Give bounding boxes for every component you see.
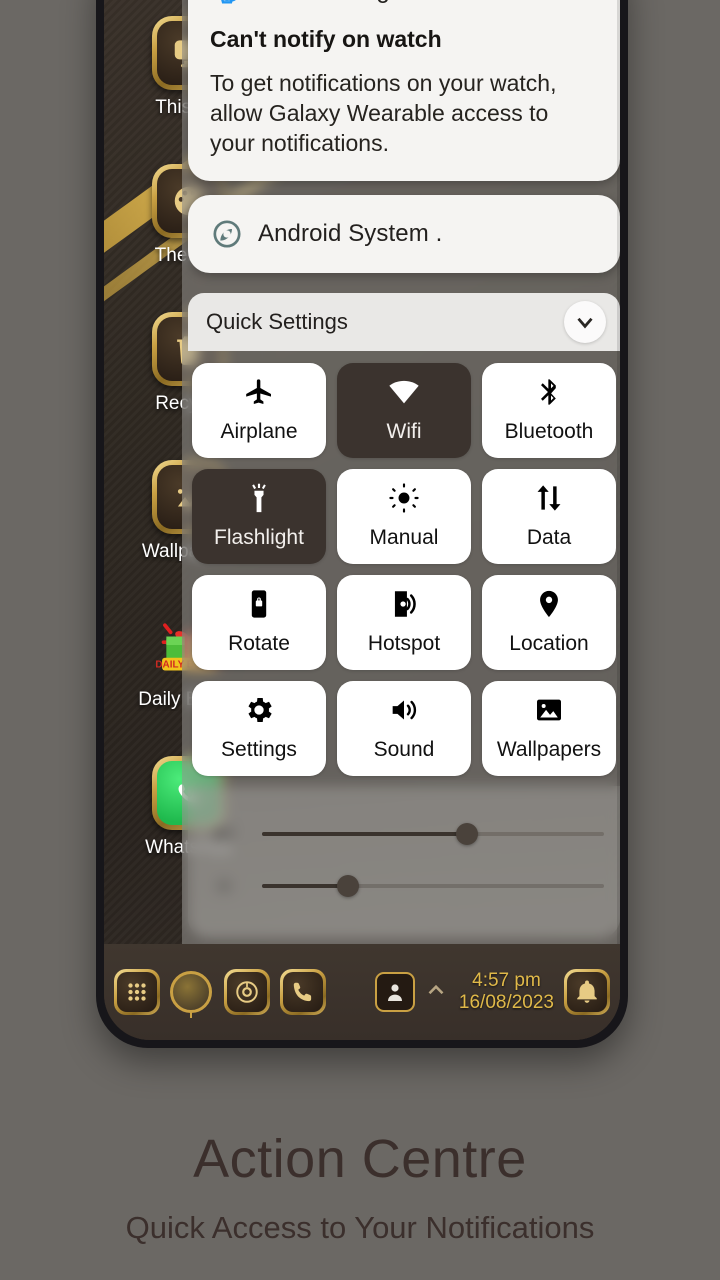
qs-tile-flashlight[interactable]: Flashlight xyxy=(192,468,326,564)
location-icon xyxy=(533,588,565,620)
qs-tile-settings[interactable]: Settings xyxy=(192,680,326,776)
qs-tile-label: Hotspot xyxy=(367,632,441,656)
qs-tile-label: Location xyxy=(509,632,589,656)
qs-tile-location[interactable]: Location xyxy=(482,574,616,670)
brightness-slider-knob[interactable] xyxy=(336,874,359,897)
qs-tile-data[interactable]: Data xyxy=(482,468,616,564)
browser-icon[interactable] xyxy=(224,969,270,1015)
notification-card[interactable]: Gear S PlugIn . Can't notify on watch To… xyxy=(188,0,620,181)
grid-menu-icon[interactable] xyxy=(114,969,160,1015)
gear-icon xyxy=(243,694,275,726)
quick-settings-panel: Airplane Wifi Bluetooth Flashlight Manua… xyxy=(188,362,620,776)
caption-block: Action Centre Quick Access to Your Notif… xyxy=(0,1128,720,1246)
qs-tile-sound[interactable]: Sound xyxy=(337,680,471,776)
qs-tile-label: Flashlight xyxy=(214,526,304,550)
notification-title: Can't notify on watch xyxy=(210,26,442,52)
bluetooth-icon xyxy=(533,376,565,408)
notification-header: Android System . xyxy=(210,217,598,251)
notification-card[interactable]: Android System . xyxy=(188,194,620,273)
volume-slider-track[interactable] xyxy=(262,822,604,845)
user-avatar-icon[interactable] xyxy=(374,972,415,1012)
shade-edge xyxy=(617,0,620,965)
qs-tile-label: Airplane xyxy=(220,420,298,444)
qs-tile-label: Manual xyxy=(369,526,439,550)
rotate-lock-icon xyxy=(243,588,275,620)
sound-icon xyxy=(388,694,420,726)
brightness-slider-track[interactable] xyxy=(262,874,604,897)
qs-tile-wallpapers[interactable]: Wallpapers xyxy=(482,680,616,776)
screenshot-root: User This PC The xyxy=(0,0,720,1280)
notification-app-name: Android System . xyxy=(258,219,443,247)
qs-tile-airplane[interactable]: Airplane xyxy=(192,362,326,458)
qs-tile-wifi[interactable]: Wifi xyxy=(337,362,471,458)
bell-icon[interactable] xyxy=(564,969,610,1015)
qs-tile-label: Wifi xyxy=(386,420,422,444)
clock-time: 4:57 pm xyxy=(472,969,541,991)
image-icon xyxy=(533,694,565,726)
qs-tile-label: Data xyxy=(526,526,572,550)
qs-tile-label: Wallpapers xyxy=(496,738,602,762)
qs-tile-label: Sound xyxy=(373,738,435,762)
notification-app-name: Gear S PlugIn . xyxy=(258,0,424,5)
qs-tile-label: Rotate xyxy=(228,632,290,656)
volume-slider-knob[interactable] xyxy=(456,822,479,845)
qs-tile-bluetooth[interactable]: Bluetooth xyxy=(482,362,616,458)
phone-screen: User This PC The xyxy=(104,0,620,1040)
chevron-up-icon[interactable] xyxy=(423,977,449,1008)
flashlight-icon xyxy=(243,482,275,514)
quick-settings-header: Quick Settings xyxy=(188,292,620,351)
watch-alert-icon xyxy=(210,0,244,8)
qs-tile-manual[interactable]: Manual xyxy=(337,468,471,564)
qs-tile-rotate[interactable]: Rotate xyxy=(192,574,326,670)
android-system-icon xyxy=(210,217,244,251)
qs-tile-label: Bluetooth xyxy=(504,420,594,444)
dock-taskbar: 4:57 pm 16/08/2023 xyxy=(104,944,620,1040)
ring-icon[interactable] xyxy=(170,971,212,1013)
quick-settings-title: Quick Settings xyxy=(206,308,348,334)
page-subtitle: Quick Access to Your Notifications xyxy=(125,1210,595,1245)
page-title: Action Centre xyxy=(193,1129,527,1189)
qs-tile-hotspot[interactable]: Hotspot xyxy=(337,574,471,670)
notification-header: Gear S PlugIn . xyxy=(210,0,598,8)
qs-tile-label: Settings xyxy=(221,738,297,762)
brightness-icon xyxy=(388,482,420,514)
phone-device-frame: User This PC The xyxy=(96,0,628,1048)
airplane-icon xyxy=(243,376,275,408)
wifi-icon xyxy=(388,376,420,408)
chevron-down-icon[interactable] xyxy=(564,300,606,343)
data-icon xyxy=(533,482,565,514)
phone-icon[interactable] xyxy=(280,969,326,1015)
notification-body: To get notifications on your watch, allo… xyxy=(210,70,557,156)
clock-date[interactable]: 4:57 pm 16/08/2023 xyxy=(459,970,554,1015)
notification-shade: Gear S PlugIn . Can't notify on watch To… xyxy=(182,0,620,965)
clock-date-value: 16/08/2023 xyxy=(458,992,554,1013)
hotspot-icon xyxy=(388,588,420,620)
quick-settings-tiles-grid: Airplane Wifi Bluetooth Flashlight Manua… xyxy=(188,362,620,776)
